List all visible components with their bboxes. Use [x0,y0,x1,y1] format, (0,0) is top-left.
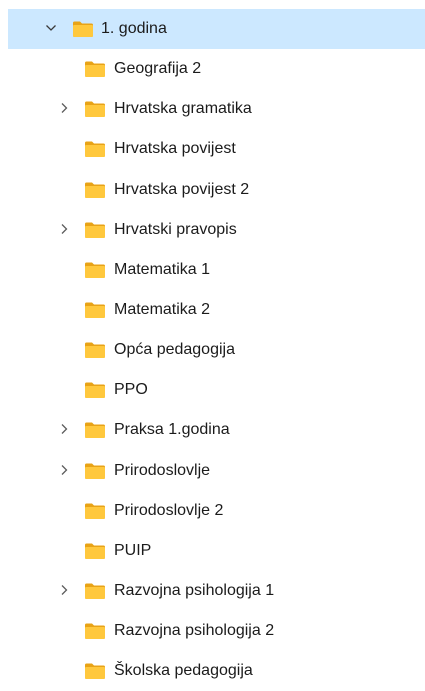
tree-item[interactable]: Prirodoslovlje [0,451,425,491]
tree-item-label: Prirodoslovlje 2 [114,501,224,519]
tree-item-label: Hrvatski pravopis [114,220,237,238]
folder-icon [84,582,106,600]
tree-item[interactable]: Razvojna psihologija 1 [0,571,425,611]
tree-item[interactable]: Hrvatski pravopis [0,210,425,250]
tree-item-label: Hrvatska povijest 2 [114,180,250,198]
folder-icon [84,60,106,78]
chevron-down-icon[interactable] [44,21,58,35]
tree-item-label: 1. godina [101,20,167,37]
tree-item[interactable]: PPO [0,370,425,410]
chevron-right-icon[interactable] [57,222,71,236]
folder-icon [84,341,106,359]
tree-item-label: Matematika 2 [114,300,211,318]
tree-item-label: Matematika 1 [114,260,211,278]
tree-item-label: Geografija 2 [114,60,202,78]
chevron-right-icon[interactable] [57,463,71,477]
folder-icon [84,542,106,560]
folder-icon [84,381,106,399]
folder-icon [84,100,106,118]
folder-icon [84,662,106,680]
folder-icon [84,261,106,279]
folder-tree: 1. godina Geografija 2 Hrvatska gramatika… [0,9,425,691]
chevron-right-icon[interactable] [57,583,71,597]
tree-item-label: Razvojna psihologija 1 [114,581,275,599]
folder-icon [84,181,106,199]
folder-icon [72,20,94,38]
folder-icon [84,301,106,319]
tree-item-label: Opća pedagogija [114,341,235,359]
selection-highlight [8,9,425,49]
chevron-right-icon[interactable] [57,101,71,115]
tree-item-root[interactable]: 1. godina [0,9,425,49]
folder-icon [84,221,106,239]
tree-item[interactable]: PUIP [0,531,425,571]
tree-item-label: PPO [114,381,148,399]
folder-icon [84,421,106,439]
tree-item[interactable]: Prirodoslovlje 2 [0,491,425,531]
tree-item-label: Razvojna psihologija 2 [114,622,275,640]
tree-item[interactable]: Hrvatska povijest [0,129,425,169]
tree-item-label: Praksa 1.godina [114,421,230,439]
folder-icon [84,622,106,640]
tree-item[interactable]: Matematika 1 [0,250,425,290]
chevron-right-icon[interactable] [57,422,71,436]
tree-item-label: Prirodoslovlje [114,461,211,479]
tree-item[interactable]: Geografija 2 [0,49,425,89]
tree-item-label: Školska pedagogija [114,662,253,680]
folder-icon [84,502,106,520]
folder-icon [84,462,106,480]
tree-item-label: PUIP [114,541,152,559]
tree-item[interactable]: Opća pedagogija [0,330,425,370]
tree-item-label: Hrvatska gramatika [114,100,252,118]
tree-item[interactable]: Praksa 1.godina [0,410,425,450]
tree-item-label: Hrvatska povijest [114,140,236,158]
tree-item[interactable]: Školska pedagogija [0,651,425,691]
tree-item[interactable]: Hrvatska gramatika [0,89,425,129]
tree-item[interactable]: Matematika 2 [0,290,425,330]
tree-item[interactable]: Hrvatska povijest 2 [0,170,425,210]
folder-icon [84,140,106,158]
tree-item[interactable]: Razvojna psihologija 2 [0,611,425,651]
